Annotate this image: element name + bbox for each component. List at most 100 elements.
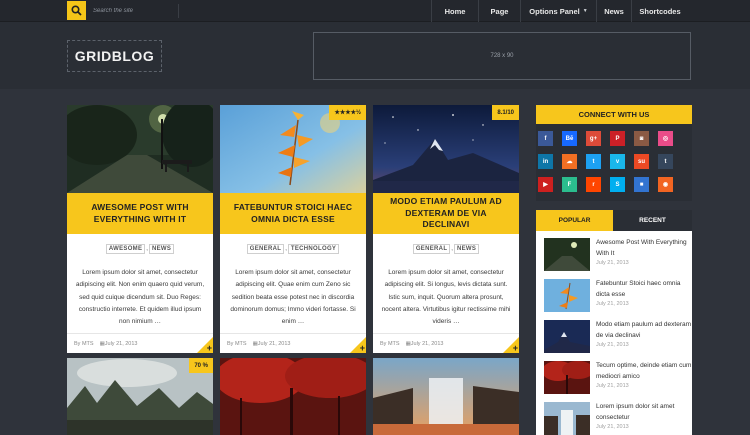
nav-page[interactable]: Page (478, 0, 520, 22)
sidebar-post-thumbnail[interactable] (544, 361, 590, 394)
top-bar: Home Page Options Panel ▼ News Shortcode… (0, 0, 750, 22)
sidebar-post-thumbnail[interactable] (544, 279, 590, 312)
search-button[interactable] (67, 1, 86, 20)
instagram-icon[interactable]: ◙ (634, 131, 649, 146)
flickr-icon[interactable]: F (562, 177, 577, 192)
search-input[interactable] (93, 4, 179, 18)
nav-options-panel-label: Options Panel (529, 6, 580, 16)
plus-icon: + (206, 343, 212, 353)
sidebar-post-item[interactable]: Awesome Post With Everything With It Jul… (544, 238, 690, 272)
skype-icon[interactable]: S (610, 177, 625, 192)
post-excerpt: Lorem ipsum dolor sit amet, consectetur … (230, 269, 356, 326)
post-title-line-1: AWESOME POST WITH (91, 202, 189, 213)
post-thumbnail[interactable] (373, 358, 519, 435)
sidebar-post-date: July 21, 2013 (596, 260, 629, 266)
nav-home[interactable]: Home (431, 0, 478, 22)
sidebar-post-title[interactable]: Tecum optime, deinde etiam cum mediocri … (596, 361, 692, 382)
post-title-line-1: FATEBUNTUR STOICI HAEC (233, 202, 353, 213)
sidebar-post-item[interactable]: Tecum optime, deinde etiam cum mediocri … (544, 361, 692, 395)
sidebar-post-item[interactable]: Fatebuntur Stoici haec omnia dicta esse … (544, 279, 690, 313)
pinterest-icon[interactable]: P (610, 131, 625, 146)
post-card[interactable]: 8.1/10 MODO ETIAM PAULUM AD DEXTERAM DE … (373, 105, 519, 353)
tag-link[interactable]: AWESOME (105, 244, 146, 254)
main-nav: Home Page Options Panel ▼ News Shortcode… (431, 0, 688, 22)
tab-popular[interactable]: POPULAR (536, 210, 613, 231)
site-header: GRIDBLOG 728 x 90 (0, 22, 750, 89)
sidebar-post-title[interactable]: Lorem ipsum dolor sit amet consectetur (596, 402, 692, 423)
tab-recent[interactable]: RECENT (613, 210, 692, 231)
site-logo[interactable]: GRIDBLOG (67, 40, 162, 72)
post-excerpt: Lorem ipsum dolor sit amet, consectetur … (381, 269, 511, 326)
twitter-icon[interactable]: t (586, 154, 601, 169)
post-tags: GENERAL, TECHNOLOGY (220, 244, 366, 254)
post-date: July 21, 2013 (257, 340, 291, 347)
post-tags: AWESOME, NEWS (67, 244, 213, 254)
sidebar-post-date: July 21, 2013 (596, 301, 629, 307)
nav-news[interactable]: News (596, 0, 631, 22)
reddit-icon[interactable]: r (586, 177, 601, 192)
tag-link[interactable]: TECHNOLOGY (287, 244, 340, 254)
facebook-icon[interactable]: f (538, 131, 553, 146)
sidebar-post-title[interactable]: Fatebuntur Stoici haec omnia dicta esse (596, 279, 692, 300)
post-card[interactable]: ★★★★½ FATEBUNTUR STOICI HAEC OMNIA DICTA… (220, 105, 366, 353)
post-card[interactable] (373, 358, 519, 435)
nav-shortcodes[interactable]: Shortcodes (631, 0, 688, 22)
linkedin-icon[interactable]: in (538, 154, 553, 169)
sidebar-post-date: July 21, 2013 (596, 424, 629, 430)
google-plus-icon[interactable]: g+ (586, 131, 601, 146)
sidebar-post-item[interactable]: Lorem ipsum dolor sit amet consectetur J… (544, 402, 690, 435)
tumblr-icon[interactable]: t (658, 154, 673, 169)
sidebar-post-item[interactable]: Modo etiam paulum ad dexteram de via dec… (544, 320, 692, 354)
connect-title-text: CONNECT WITH US (578, 110, 650, 119)
delicious-icon[interactable]: ■ (634, 177, 649, 192)
plus-icon: + (512, 343, 518, 353)
behance-icon[interactable]: Bē (562, 131, 577, 146)
sidebar-post-thumbnail[interactable] (544, 402, 590, 435)
post-card[interactable] (220, 358, 366, 435)
sidebar-post-title[interactable]: Awesome Post With Everything With It (596, 238, 692, 259)
sidebar-post-thumbnail[interactable] (544, 238, 590, 271)
post-date: July 21, 2013 (410, 340, 444, 347)
tag-link[interactable]: NEWS (148, 244, 175, 254)
post-title-line-2: DEXTERAM DE VIA DECLINAVI (405, 207, 487, 230)
sidebar-post-title[interactable]: Modo etiam paulum ad dexteram de via dec… (596, 320, 692, 341)
post-date: July 21, 2013 (104, 340, 138, 347)
post-meta: By MTS ▦ July 21, 2013 (220, 333, 366, 353)
tabs-widget: POPULAR RECENT Awesome Post With Everyth… (536, 210, 692, 435)
youtube-icon[interactable]: ▶ (538, 177, 553, 192)
vimeo-icon[interactable]: v (610, 154, 625, 169)
post-title[interactable]: AWESOME POST WITH EVERYTHING WITH IT (67, 193, 213, 234)
ad-size-label: 728 x 90 (490, 53, 514, 59)
search-icon (71, 5, 82, 16)
star-rating-badge: ★★★★½ (329, 105, 366, 120)
tag-link[interactable]: GENERAL (412, 244, 451, 254)
soundcloud-icon[interactable]: ☁ (562, 154, 577, 169)
post-card[interactable]: AWESOME POST WITH EVERYTHING WITH IT AWE… (67, 105, 213, 353)
sidebar-post-thumbnail[interactable] (544, 320, 590, 353)
post-thumbnail[interactable] (67, 105, 213, 193)
sidebar-post-date: July 21, 2013 (596, 342, 629, 348)
post-card[interactable]: 70 % (67, 358, 213, 435)
post-title[interactable]: FATEBUNTUR STOICI HAEC OMNIA DICTA ESSE (220, 193, 366, 234)
post-author[interactable]: By MTS (74, 341, 94, 347)
tag-link[interactable]: GENERAL (246, 244, 285, 254)
nav-options-panel[interactable]: Options Panel ▼ (520, 0, 596, 22)
post-title-line-2: OMNIA DICTA ESSE (251, 213, 335, 224)
chevron-down-icon: ▼ (582, 8, 588, 14)
stumbleupon-icon[interactable]: su (634, 154, 649, 169)
ad-banner[interactable]: 728 x 90 (313, 32, 691, 80)
rss-icon[interactable]: ◉ (658, 177, 673, 192)
post-title-line-2: EVERYTHING WITH IT (93, 213, 187, 224)
logo-text: GRIDBLOG (74, 48, 155, 64)
sidebar-post-date: July 21, 2013 (596, 383, 629, 389)
post-author[interactable]: By MTS (380, 341, 400, 347)
post-title[interactable]: MODO ETIAM PAULUM AD DEXTERAM DE VIA DEC… (373, 193, 519, 234)
plus-icon: + (359, 343, 365, 353)
percent-badge: 70 % (189, 358, 213, 373)
dribbble-icon[interactable]: ◎ (658, 131, 673, 146)
post-thumbnail[interactable] (220, 358, 366, 435)
tag-link[interactable]: NEWS (453, 244, 480, 254)
post-author[interactable]: By MTS (227, 341, 247, 347)
social-icons-grid: f Bē g+ P ◙ ◎ in ☁ t v su t ▶ Fr S ■ ◉ (536, 124, 692, 201)
post-meta: By MTS ▦ July 21, 2013 (373, 333, 519, 353)
